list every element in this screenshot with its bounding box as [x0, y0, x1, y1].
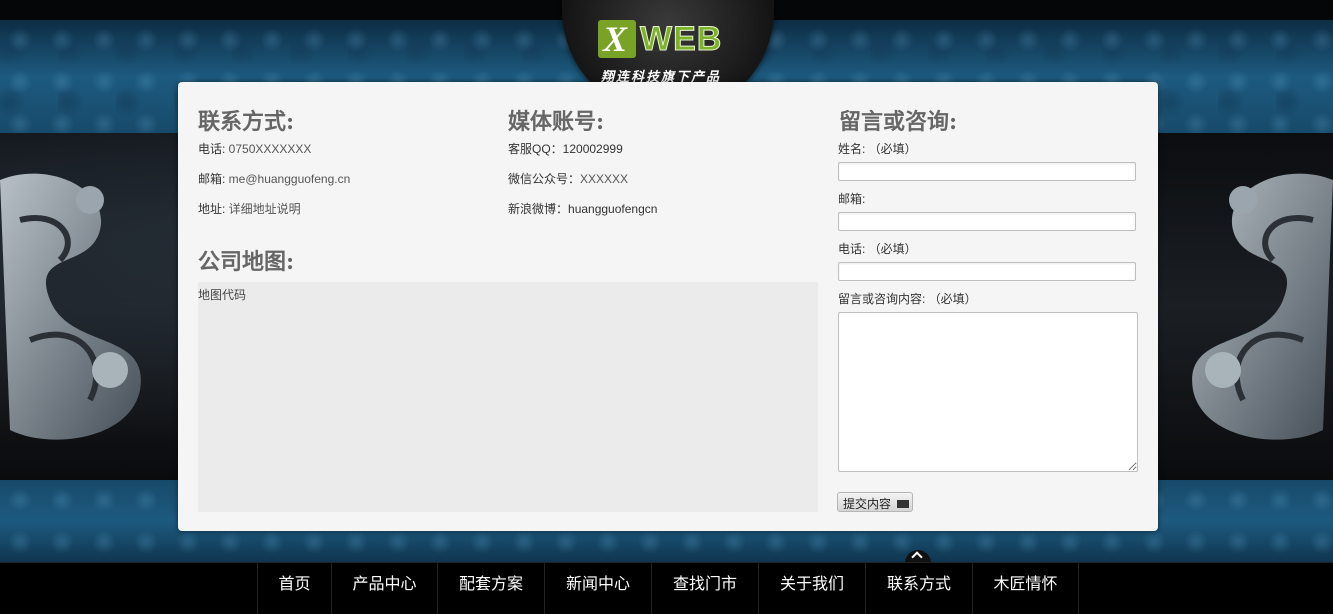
email-label: 邮箱: [838, 192, 866, 206]
nav-item-contact[interactable]: 联系方式 [866, 563, 973, 614]
message-label: 留言或咨询内容: （必填） [838, 292, 977, 306]
chevron-up-icon [911, 551, 923, 563]
map-title: 公司地图: [198, 249, 295, 275]
contact-title: 联系方式: [198, 109, 295, 135]
phone-label: 电话: （必填） [838, 242, 917, 256]
media-wechat: 微信公众号：XXXXXX [508, 172, 629, 186]
site-logo[interactable]: X WEB 翔连科技旗下产品 [598, 18, 738, 88]
submit-button[interactable]: 提交内容 [837, 492, 913, 512]
nav-item-products[interactable]: 产品中心 [332, 563, 438, 614]
nav-item-craftsman[interactable]: 木匠情怀 [973, 563, 1079, 614]
dragon-carving-left [0, 173, 141, 440]
name-input[interactable] [838, 162, 1136, 181]
contact-address: 地址: 详细地址说明 [198, 202, 301, 216]
email-input[interactable] [838, 212, 1136, 231]
mail-icon [897, 499, 910, 508]
content-panel: 联系方式: 电话: 0750XXXXXXX 邮箱: me@huangguofen… [178, 82, 1158, 531]
media-title: 媒体账号: [508, 109, 605, 135]
nav-item-home[interactable]: 首页 [257, 563, 332, 614]
nav-item-about[interactable]: 关于我们 [759, 563, 866, 614]
logo-x-badge: X [598, 19, 636, 59]
contact-phone: 电话: 0750XXXXXXX [198, 142, 312, 156]
message-textarea[interactable] [838, 312, 1138, 472]
nav-item-stores[interactable]: 查找门市 [652, 563, 759, 614]
map-area[interactable]: 地图代码 [198, 282, 818, 512]
contact-email: 邮箱: me@huangguofeng.cn [198, 172, 351, 186]
nav-item-news[interactable]: 新闻中心 [545, 563, 652, 614]
name-label: 姓名: （必填） [838, 142, 917, 156]
logo-wordmark: WEB [639, 20, 723, 59]
media-weibo: 新浪微博：huangguofengcn [508, 202, 658, 216]
dragon-carving-right [1192, 173, 1333, 440]
nav-item-solutions[interactable]: 配套方案 [438, 563, 545, 614]
footer-nav: 首页 产品中心 配套方案 新闻中心 查找门市 关于我们 联系方式 木匠情怀 [0, 562, 1333, 614]
media-qq: 客服QQ：120002999 [508, 142, 623, 156]
form-title: 留言或咨询: [839, 109, 958, 135]
phone-input[interactable] [838, 262, 1136, 281]
